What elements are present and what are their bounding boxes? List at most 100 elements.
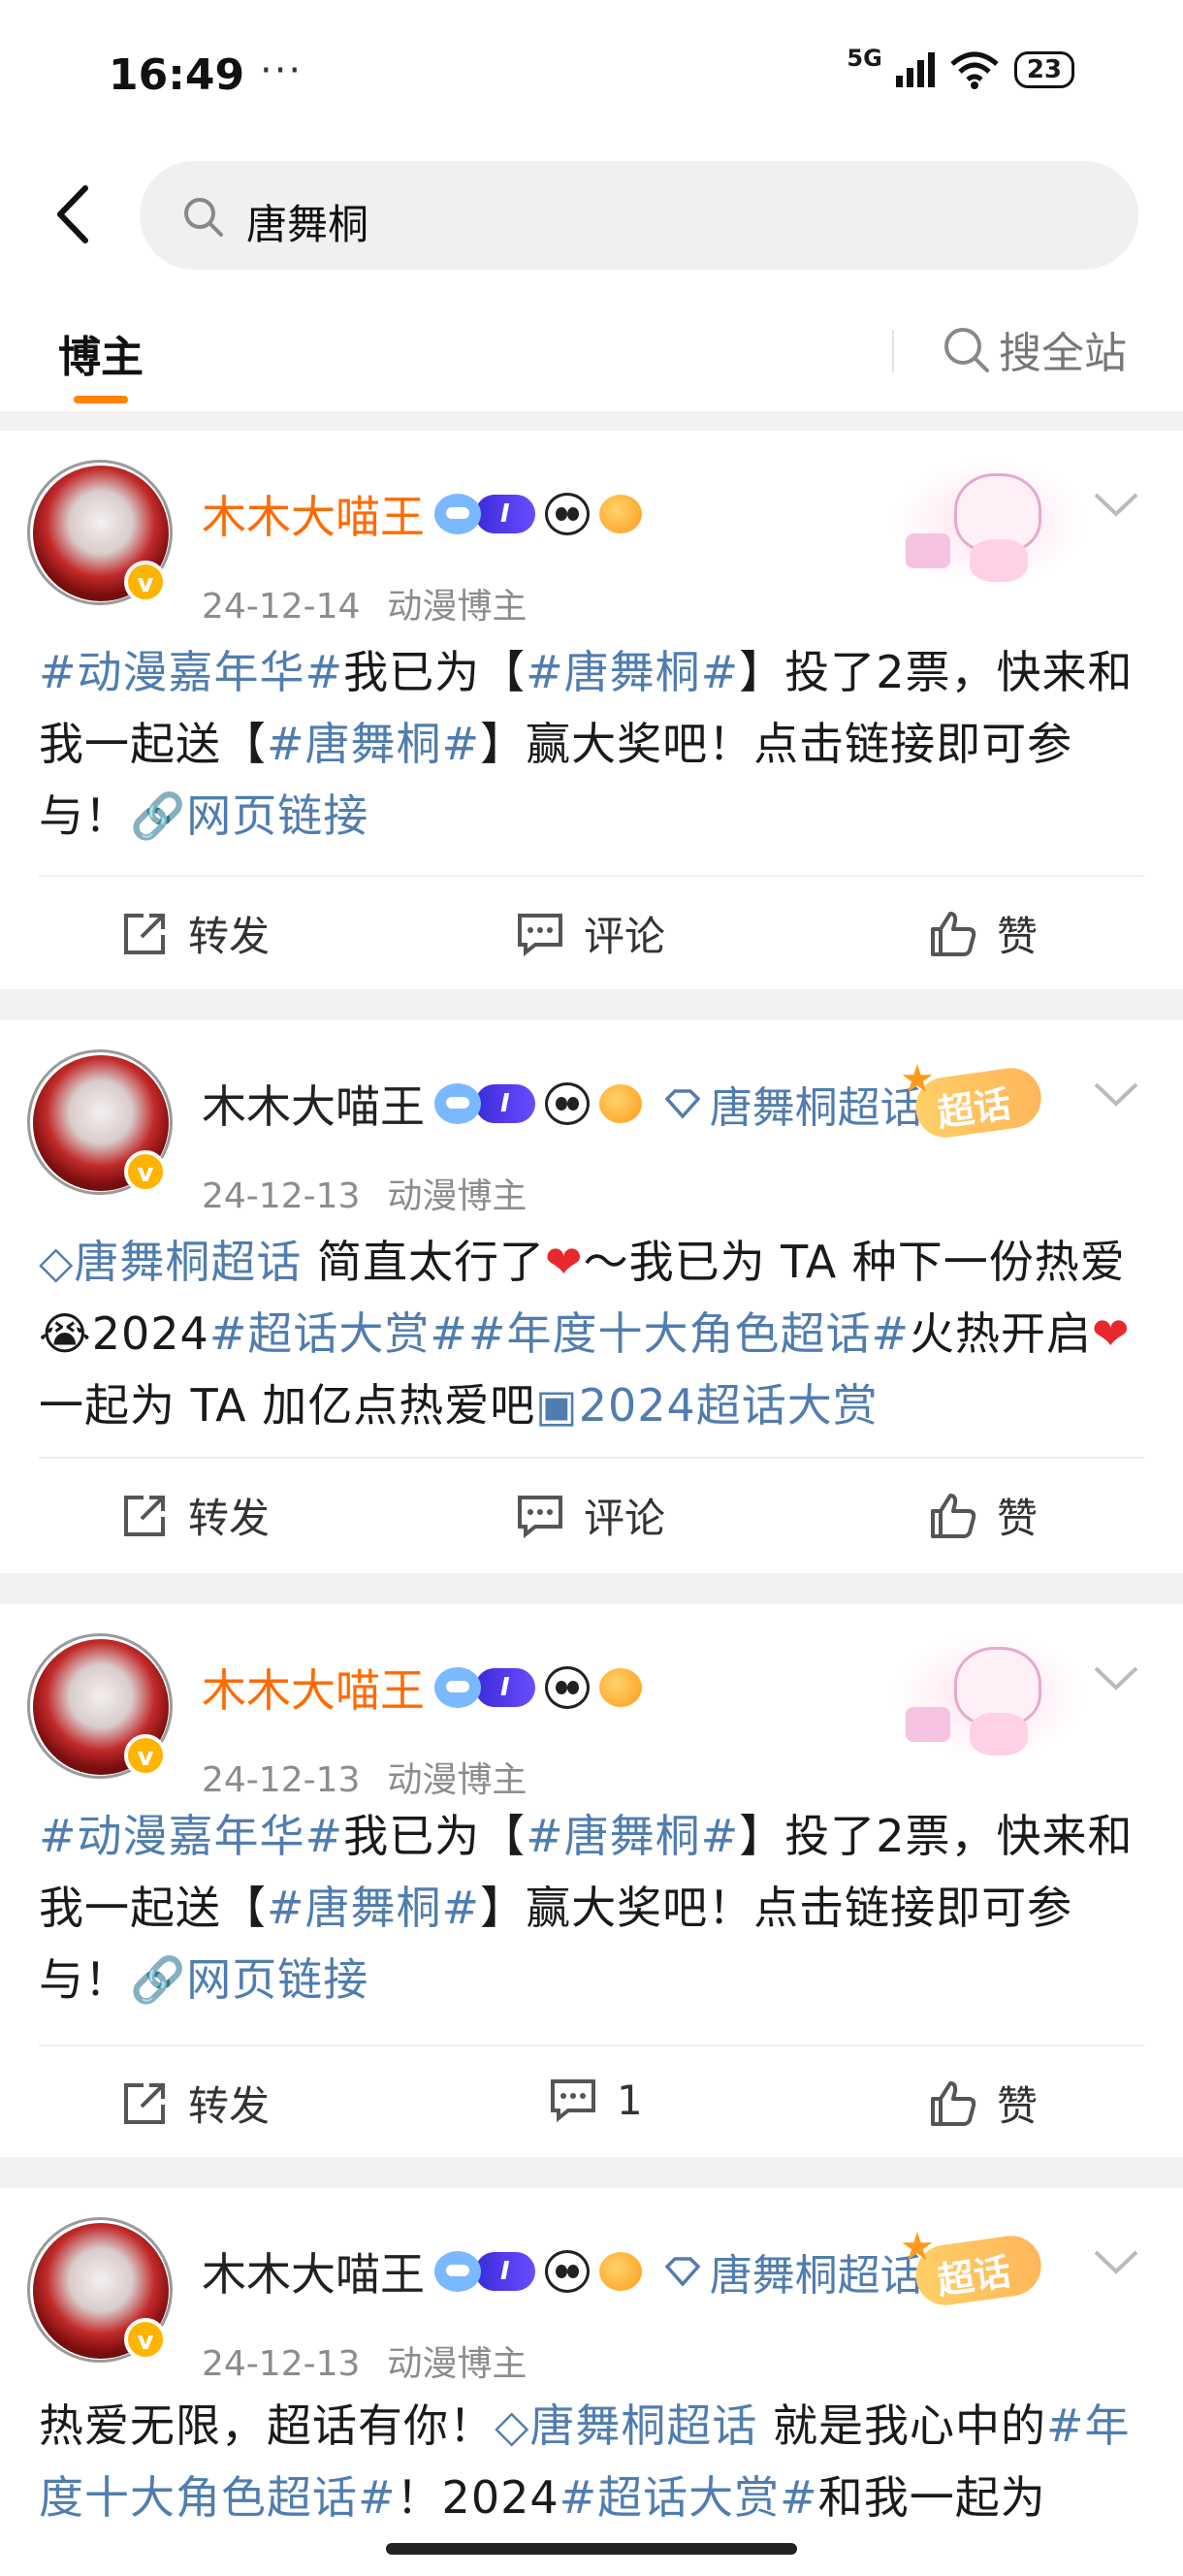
tab-divider xyxy=(892,330,894,372)
text-segment: 简直太行了 xyxy=(302,1236,546,1288)
comment-icon xyxy=(551,2079,595,2123)
hashtag-link[interactable]: #唐舞桐# xyxy=(267,718,480,770)
post-date: 24-12-13 xyxy=(202,1760,361,1800)
search-icon xyxy=(184,198,223,237)
super-topic-decoration-icon: ★ 超话 xyxy=(892,2211,1086,2318)
fish-badge-icon xyxy=(598,2252,642,2291)
battery-icon: 23 xyxy=(1013,51,1074,88)
hashtag-link[interactable]: 🔗网页链接 xyxy=(130,789,368,842)
panda-badge-icon xyxy=(544,2250,590,2293)
robot-badge-icon xyxy=(434,2251,481,2292)
thumbs-up-icon xyxy=(931,2080,976,2126)
signal-icon xyxy=(895,52,935,87)
repost-button[interactable]: 转发 xyxy=(118,1486,270,1545)
status-time: 16:49 xyxy=(109,50,245,100)
text-segment: 一起为 TA 加亿点热爱吧 xyxy=(39,1379,536,1432)
comment-label: 评论 xyxy=(584,1495,666,1542)
chevron-down-icon[interactable] xyxy=(1092,1664,1140,1693)
home-indicator[interactable] xyxy=(386,2543,797,2555)
text-segment: 热爱无限，超话有你！ xyxy=(39,2399,495,2452)
fish-badge-icon xyxy=(598,1668,642,1707)
text-segment: ！2024 xyxy=(396,2471,560,2524)
super-topic-label: 唐舞桐超话 xyxy=(709,2251,923,2301)
panda-badge-icon xyxy=(544,1082,590,1125)
post-card[interactable]: v 木木大喵王 I 唐舞桐超话 ★ 超话 24-12-13 动漫博主 热爱无限，超话… xyxy=(0,2188,1183,2576)
robot-badge-icon xyxy=(434,494,481,534)
super-topic-deco-label: 超话 xyxy=(934,2249,1014,2303)
super-topic-label: 唐舞桐超话 xyxy=(709,1083,923,1133)
hashtag-link[interactable]: #动漫嘉年华# xyxy=(39,646,343,698)
post-card[interactable]: v 木木大喵王 I 唐舞桐超话 ★ 超话 24-12-13 动漫博主 ◇唐舞桐超话 … xyxy=(0,1020,1183,1573)
hashtag-link[interactable]: 🔗网页链接 xyxy=(130,1953,368,2006)
repost-button[interactable]: 转发 xyxy=(118,904,270,963)
tab-blogger[interactable]: 博主 xyxy=(58,322,144,384)
search-all-button[interactable]: 搜全站 xyxy=(941,318,1127,380)
more-notifications-icon: ··· xyxy=(260,48,304,93)
author-tag: 动漫博主 xyxy=(387,1760,528,1800)
network-type: 5G xyxy=(847,45,882,72)
diamond-icon xyxy=(664,2257,701,2287)
panda-badge-icon xyxy=(544,1666,590,1709)
search-header: 唐舞桐 xyxy=(0,155,1183,275)
comment-button[interactable]: 评论 xyxy=(514,904,665,963)
text-segment: 和我一起为 xyxy=(817,2471,1046,2524)
repost-icon xyxy=(124,2082,165,2124)
text-segment: 我已为【 xyxy=(343,1810,527,1862)
post-text: #动漫嘉年华#我已为【#唐舞桐#】投了2票，快来和我一起送【#唐舞桐#】赢大奖吧… xyxy=(39,1800,1154,2015)
action-bar: 转发 评论 赞 xyxy=(39,1457,1144,1573)
username[interactable]: 木木大喵王 xyxy=(202,1656,425,1720)
search-icon xyxy=(944,328,989,372)
hashtag-link[interactable]: #唐舞桐# xyxy=(267,1882,480,1934)
hashtag-link[interactable]: ◇唐舞桐超话 xyxy=(495,2399,757,2452)
user-line: 木木大喵王 I 唐舞桐超话 xyxy=(202,2240,923,2302)
post-meta: 24-12-13 动漫博主 xyxy=(202,1168,527,1218)
super-topic-link[interactable]: 唐舞桐超话 xyxy=(663,2240,923,2302)
chevron-down-icon[interactable] xyxy=(1092,491,1140,520)
level-badge: I xyxy=(475,2252,535,2291)
comment-icon xyxy=(518,913,562,956)
post-text: 热爱无限，超话有你！◇唐舞桐超话 就是我心中的#年度十大角色超话#！2024#超… xyxy=(39,2390,1154,2533)
comment-button[interactable]: 1 xyxy=(547,2074,643,2126)
repost-label: 转发 xyxy=(188,1495,271,1542)
post-date: 24-12-13 xyxy=(202,2344,361,2384)
like-label: 赞 xyxy=(997,913,1039,960)
repost-icon xyxy=(124,913,165,954)
post-card[interactable]: v 木木大喵王 I 24-12-14 动漫博主 #动漫嘉年华#我已为【#唐舞桐#】… xyxy=(0,431,1183,989)
fish-badge-icon xyxy=(598,495,642,533)
post-card[interactable]: v 木木大喵王 I 24-12-13 动漫博主 #动漫嘉年华#我已为【#唐舞桐#】… xyxy=(0,1604,1183,2157)
fish-badge-icon xyxy=(598,1084,642,1123)
back-arrow-icon[interactable] xyxy=(47,180,105,248)
repost-button[interactable]: 转发 xyxy=(118,2074,270,2133)
hashtag-link[interactable]: ▣2024超话大赏 xyxy=(535,1379,879,1432)
comment-icon xyxy=(518,1495,562,1538)
like-button[interactable]: 赞 xyxy=(927,2074,1038,2133)
text-segment: 就是我心中的 xyxy=(757,2399,1047,2452)
chevron-down-icon[interactable] xyxy=(1092,2248,1140,2277)
hashtag-link[interactable]: #唐舞桐# xyxy=(526,1810,739,1862)
super-topic-link[interactable]: 唐舞桐超话 xyxy=(663,1073,923,1135)
repost-label: 转发 xyxy=(188,2082,271,2130)
hashtag-link[interactable]: #超话大赏# xyxy=(560,2471,818,2524)
chevron-down-icon[interactable] xyxy=(1092,1080,1140,1110)
cat-decoration-icon xyxy=(892,450,1086,596)
username[interactable]: 木木大喵王 xyxy=(202,2239,425,2303)
comment-label: 评论 xyxy=(584,913,666,960)
hashtag-link[interactable]: ◇唐舞桐超话 xyxy=(39,1236,302,1288)
hashtag-link[interactable]: #动漫嘉年华# xyxy=(39,1810,343,1862)
hashtag-link[interactable]: #唐舞桐# xyxy=(526,646,739,698)
search-input[interactable]: 唐舞桐 xyxy=(140,161,1138,270)
robot-badge-icon xyxy=(434,1667,481,1708)
hashtag-link[interactable]: #超话大赏##年度十大角色超话# xyxy=(209,1307,910,1360)
username[interactable]: 木木大喵王 xyxy=(202,482,425,546)
like-button[interactable]: 赞 xyxy=(927,904,1038,963)
repost-icon xyxy=(124,1495,165,1536)
user-line: 木木大喵王 I xyxy=(202,483,642,545)
like-button[interactable]: 赞 xyxy=(927,1486,1038,1545)
user-line: 木木大喵王 I 唐舞桐超话 xyxy=(202,1073,923,1135)
like-label: 赞 xyxy=(997,1495,1039,1542)
username[interactable]: 木木大喵王 xyxy=(202,1072,425,1136)
comment-button[interactable]: 评论 xyxy=(514,1486,665,1545)
super-topic-deco-label: 超话 xyxy=(934,1081,1014,1136)
level-badge: I xyxy=(475,1084,535,1123)
author-tag: 动漫博主 xyxy=(387,1176,528,1216)
